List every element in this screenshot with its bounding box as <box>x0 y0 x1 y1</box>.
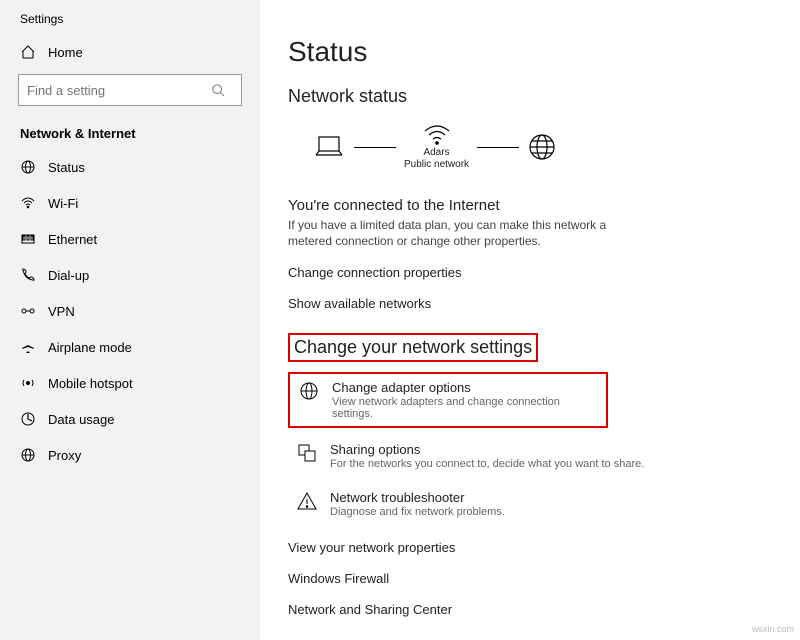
adapter-icon <box>298 380 320 402</box>
firewall-link[interactable]: Windows Firewall <box>288 571 800 586</box>
proxy-icon <box>20 447 36 463</box>
airplane-icon <box>20 339 36 355</box>
sidebar-item-ethernet[interactable]: Ethernet <box>0 221 260 257</box>
network-diagram: Adars Public network <box>288 119 800 175</box>
sidebar-item-proxy[interactable]: Proxy <box>0 437 260 473</box>
sidebar-item-label: Ethernet <box>48 232 97 247</box>
sidebar-item-wifi[interactable]: Wi-Fi <box>0 185 260 221</box>
sidebar-item-data[interactable]: Data usage <box>0 401 260 437</box>
sidebar-item-label: Airplane mode <box>48 340 132 355</box>
home-icon <box>20 44 36 60</box>
troubleshoot-icon <box>296 490 318 512</box>
sidebar-item-dialup[interactable]: Dial-up <box>0 257 260 293</box>
option-desc: Diagnose and fix network problems. <box>330 506 505 518</box>
section-header: Network & Internet <box>0 116 260 149</box>
sidebar-item-vpn[interactable]: VPN <box>0 293 260 329</box>
vpn-icon <box>20 303 36 319</box>
sidebar-item-label: VPN <box>48 304 75 319</box>
sidebar-item-hotspot[interactable]: Mobile hotspot <box>0 365 260 401</box>
sidebar-item-airplane[interactable]: Airplane mode <box>0 329 260 365</box>
option-title: Network troubleshooter <box>330 490 505 505</box>
page-title: Status <box>288 36 800 68</box>
network-type: Public network <box>404 159 469 171</box>
connected-heading: You're connected to the Internet <box>288 197 800 214</box>
main-content: Status Network status Adars Public netwo… <box>260 0 800 640</box>
network-status-heading: Network status <box>288 86 800 107</box>
diagram-line <box>354 147 396 148</box>
sidebar-item-label: Mobile hotspot <box>48 376 133 391</box>
sidebar-item-label: Wi-Fi <box>48 196 78 211</box>
search-box[interactable] <box>18 74 242 106</box>
sidebar-item-home[interactable]: Home <box>0 34 260 70</box>
sidebar-item-label: Home <box>48 45 83 60</box>
option-adapter[interactable]: Change adapter options View network adap… <box>288 372 608 428</box>
sidebar-item-label: Status <box>48 160 85 175</box>
sharing-icon <box>296 442 318 464</box>
hotspot-icon <box>20 375 36 391</box>
sidebar-item-status[interactable]: Status <box>0 149 260 185</box>
search-row <box>0 70 260 116</box>
option-troubleshoot[interactable]: Network troubleshooter Diagnose and fix … <box>288 484 800 524</box>
globe-icon <box>527 132 557 162</box>
option-desc: For the networks you connect to, decide … <box>330 458 644 470</box>
app-title: Settings <box>0 8 260 34</box>
option-title: Change adapter options <box>332 380 598 395</box>
option-title: Sharing options <box>330 442 644 457</box>
sidebar-item-label: Dial-up <box>48 268 89 283</box>
option-desc: View network adapters and change connect… <box>332 396 598 420</box>
phone-icon <box>20 267 36 283</box>
option-sharing[interactable]: Sharing options For the networks you con… <box>288 436 800 476</box>
change-connection-link[interactable]: Change connection properties <box>288 265 800 280</box>
data-icon <box>20 411 36 427</box>
view-properties-link[interactable]: View your network properties <box>288 540 800 555</box>
diagram-line <box>477 147 519 148</box>
connected-desc: If you have a limited data plan, you can… <box>288 218 628 249</box>
laptop-icon <box>312 133 346 161</box>
ethernet-icon <box>20 231 36 247</box>
sidebar: Settings Home Network & Internet Status … <box>0 0 260 640</box>
search-icon <box>211 83 241 97</box>
diagram-center: Adars Public network <box>404 123 469 171</box>
watermark: wsxin.com <box>752 624 794 634</box>
wifi-icon <box>20 195 36 211</box>
show-networks-link[interactable]: Show available networks <box>288 296 800 311</box>
sidebar-item-label: Proxy <box>48 448 81 463</box>
sidebar-item-label: Data usage <box>48 412 115 427</box>
globe-icon <box>20 159 36 175</box>
wifi-icon <box>422 123 452 147</box>
search-input[interactable] <box>19 83 211 98</box>
change-settings-heading: Change your network settings <box>288 333 538 362</box>
sharing-center-link[interactable]: Network and Sharing Center <box>288 602 800 617</box>
network-name: Adars <box>423 147 449 159</box>
